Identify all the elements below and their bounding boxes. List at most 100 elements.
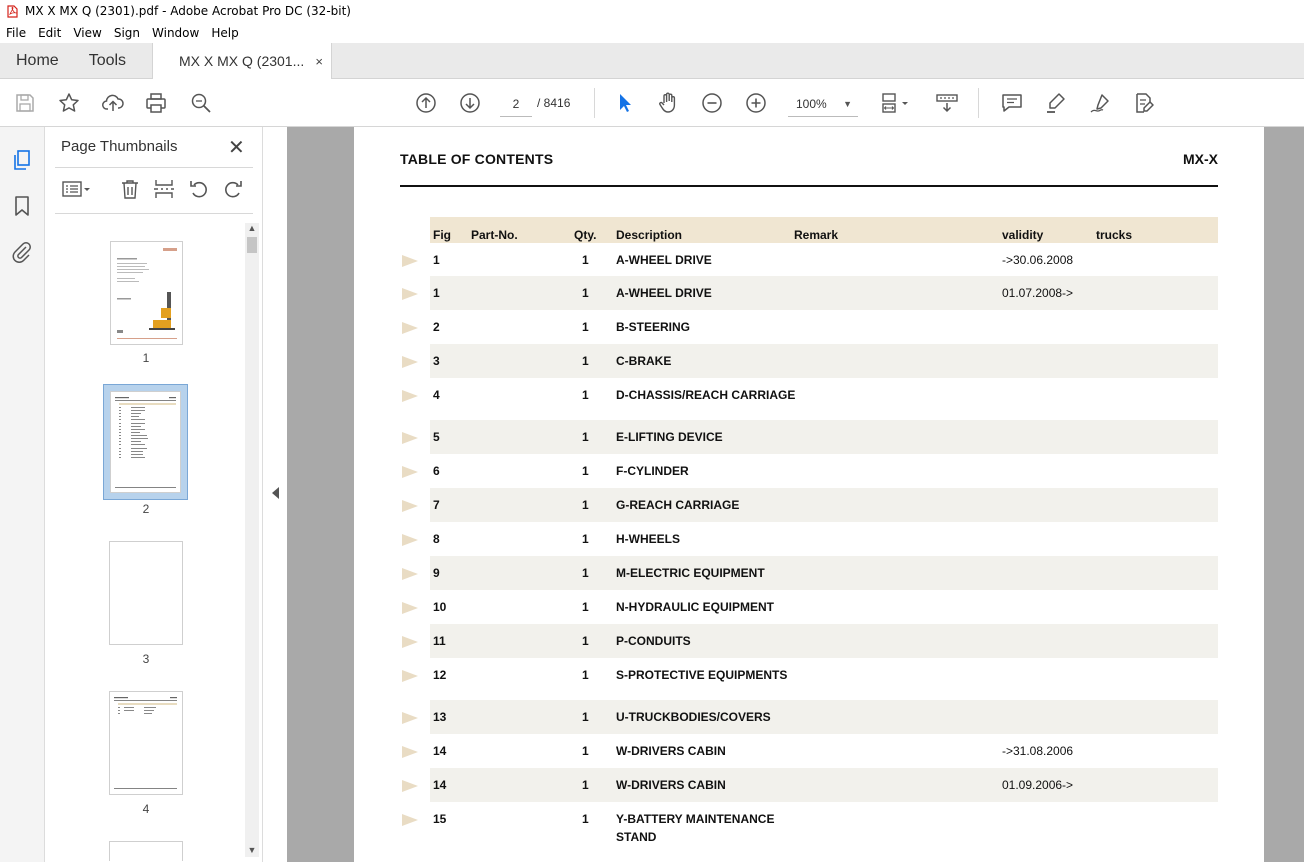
star-icon[interactable] (56, 90, 82, 116)
row-link-arrow-icon[interactable] (402, 466, 418, 478)
search-zoom-icon[interactable] (188, 90, 214, 116)
toc-row[interactable]: 9 1 M-ELECTRIC EQUIPMENT (354, 556, 1264, 590)
zoom-level-select[interactable]: 100% ▼ (788, 91, 858, 117)
col-description: Description (616, 228, 683, 242)
heading-rule (400, 185, 1218, 187)
menu-edit[interactable]: Edit (32, 26, 67, 40)
edit-pdf-icon[interactable] (1131, 90, 1157, 116)
page-thumbnail-4[interactable] (109, 691, 183, 795)
page-thumbnail-2[interactable] (110, 391, 181, 493)
row-link-arrow-icon[interactable] (402, 356, 418, 368)
toc-row[interactable]: 14 1 W-DRIVERS CABIN 01.09.2006-> (354, 768, 1264, 802)
row-background (430, 700, 1218, 734)
row-link-arrow-icon[interactable] (402, 568, 418, 580)
scroll-mode-icon[interactable] (934, 90, 960, 116)
save-icon[interactable] (12, 90, 38, 116)
close-panel-icon[interactable]: ✕ (228, 135, 245, 160)
scroll-up-icon[interactable]: ▲ (245, 223, 259, 235)
toc-row[interactable]: 7 1 G-REACH CARRIAGE (354, 488, 1264, 522)
document-canvas[interactable]: TABLE OF CONTENTS MX-X Fig Part-No. Qty.… (287, 127, 1304, 862)
toc-row[interactable]: 14 1 W-DRIVERS CABIN ->31.08.2006 (354, 734, 1264, 768)
cell-fig: 6 (433, 464, 440, 478)
highlight-icon[interactable] (1043, 90, 1069, 116)
toc-row[interactable]: 11 1 P-CONDUITS (354, 624, 1264, 658)
row-link-arrow-icon[interactable] (402, 780, 418, 792)
menu-help[interactable]: Help (205, 26, 244, 40)
toc-row[interactable]: 1 1 A-WHEEL DRIVE ->30.06.2008 (354, 243, 1264, 276)
collapse-panel-icon[interactable] (272, 487, 279, 499)
toc-row[interactable]: 4 1 D-CHASSIS/REACH CARRIAGE (354, 378, 1264, 420)
thumbnail-label: 3 (142, 652, 150, 666)
panel-collapse-gutter[interactable] (263, 127, 287, 862)
row-link-arrow-icon[interactable] (402, 534, 418, 546)
cell-description: W-DRIVERS CABIN (616, 744, 726, 758)
page-1-preview-image (117, 248, 177, 339)
toc-row[interactable]: 15 1 Y-BATTERY MAINTENANCE STAND (354, 802, 1264, 844)
upload-icon[interactable] (100, 90, 126, 116)
row-link-arrow-icon[interactable] (402, 814, 418, 826)
row-link-arrow-icon[interactable] (402, 636, 418, 648)
toc-row[interactable]: 6 1 F-CYLINDER (354, 454, 1264, 488)
row-link-arrow-icon[interactable] (402, 288, 418, 300)
attachment-icon[interactable] (9, 239, 35, 265)
row-link-arrow-icon[interactable] (402, 602, 418, 614)
tab-home[interactable]: Home (0, 43, 75, 78)
page-thumbnail-5-partial[interactable] (109, 841, 183, 861)
menu-file[interactable]: File (0, 26, 32, 40)
menu-window[interactable]: Window (146, 26, 205, 40)
cell-description: A-WHEEL DRIVE (616, 253, 712, 267)
toc-row[interactable]: 2 1 B-STEERING (354, 310, 1264, 344)
page-thumbnail-1[interactable] (110, 241, 183, 345)
tab-document[interactable]: MX X MX Q (2301... × (152, 43, 332, 79)
row-link-arrow-icon[interactable] (402, 500, 418, 512)
select-cursor-icon[interactable] (612, 90, 638, 116)
toc-row[interactable]: 10 1 N-HYDRAULIC EQUIPMENT (354, 590, 1264, 624)
zoom-in-icon[interactable] (743, 90, 769, 116)
toc-row[interactable]: 5 1 E-LIFTING DEVICE (354, 420, 1264, 454)
page-up-icon[interactable] (413, 90, 439, 116)
scroll-down-icon[interactable]: ▼ (245, 845, 259, 857)
menu-sign[interactable]: Sign (108, 26, 146, 40)
delete-icon[interactable] (117, 176, 143, 202)
page-down-icon[interactable] (457, 90, 483, 116)
sign-icon[interactable] (1087, 90, 1113, 116)
page-number-input[interactable] (500, 91, 532, 117)
toc-row[interactable]: 13 1 U-TRUCKBODIES/COVERS (354, 700, 1264, 734)
cell-fig: 3 (433, 354, 440, 368)
hand-icon[interactable] (655, 90, 681, 116)
chevron-down-icon[interactable] (81, 176, 93, 202)
toc-row[interactable]: 3 1 C-BRAKE (354, 344, 1264, 378)
cell-description: A-WHEEL DRIVE (616, 286, 712, 300)
toc-row[interactable]: 1 1 A-WHEEL DRIVE 01.07.2008-> (354, 276, 1264, 310)
bookmark-icon[interactable] (9, 193, 35, 219)
close-tab-icon[interactable]: × (315, 54, 323, 69)
scrollbar-thumb[interactable] (247, 237, 257, 253)
print-icon[interactable] (143, 90, 169, 116)
cell-fig: 15 (433, 812, 447, 826)
row-link-arrow-icon[interactable] (402, 712, 418, 724)
row-link-arrow-icon[interactable] (402, 432, 418, 444)
thumbnails-scrollbar[interactable]: ▲ ▼ (245, 223, 259, 857)
row-link-arrow-icon[interactable] (402, 322, 418, 334)
toc-row[interactable]: 8 1 H-WHEELS (354, 522, 1264, 556)
rotate-right-icon[interactable] (220, 176, 246, 202)
cell-description: Y-BATTERY MAINTENANCE STAND (616, 812, 775, 844)
row-link-arrow-icon[interactable] (402, 255, 418, 267)
row-link-arrow-icon[interactable] (402, 746, 418, 758)
rotate-left-icon[interactable] (186, 176, 212, 202)
cell-qty: 1 (582, 634, 589, 648)
tab-tools[interactable]: Tools (75, 43, 142, 78)
menu-view[interactable]: View (67, 26, 107, 40)
toc-row[interactable]: 12 1 S-PROTECTIVE EQUIPMENTS (354, 658, 1264, 700)
cell-qty: 1 (582, 600, 589, 614)
page-thumbnail-3[interactable] (109, 541, 183, 645)
extract-pages-icon[interactable] (151, 176, 177, 202)
page-thumbnail-2-selected[interactable] (103, 384, 188, 500)
row-link-arrow-icon[interactable] (402, 670, 418, 682)
page-thumbnails-icon[interactable] (9, 147, 35, 173)
row-link-arrow-icon[interactable] (402, 390, 418, 402)
comment-icon[interactable] (999, 90, 1025, 116)
fit-page-dropdown-icon[interactable] (898, 90, 912, 116)
zoom-out-icon[interactable] (699, 90, 725, 116)
page-4-preview-image (114, 697, 177, 789)
